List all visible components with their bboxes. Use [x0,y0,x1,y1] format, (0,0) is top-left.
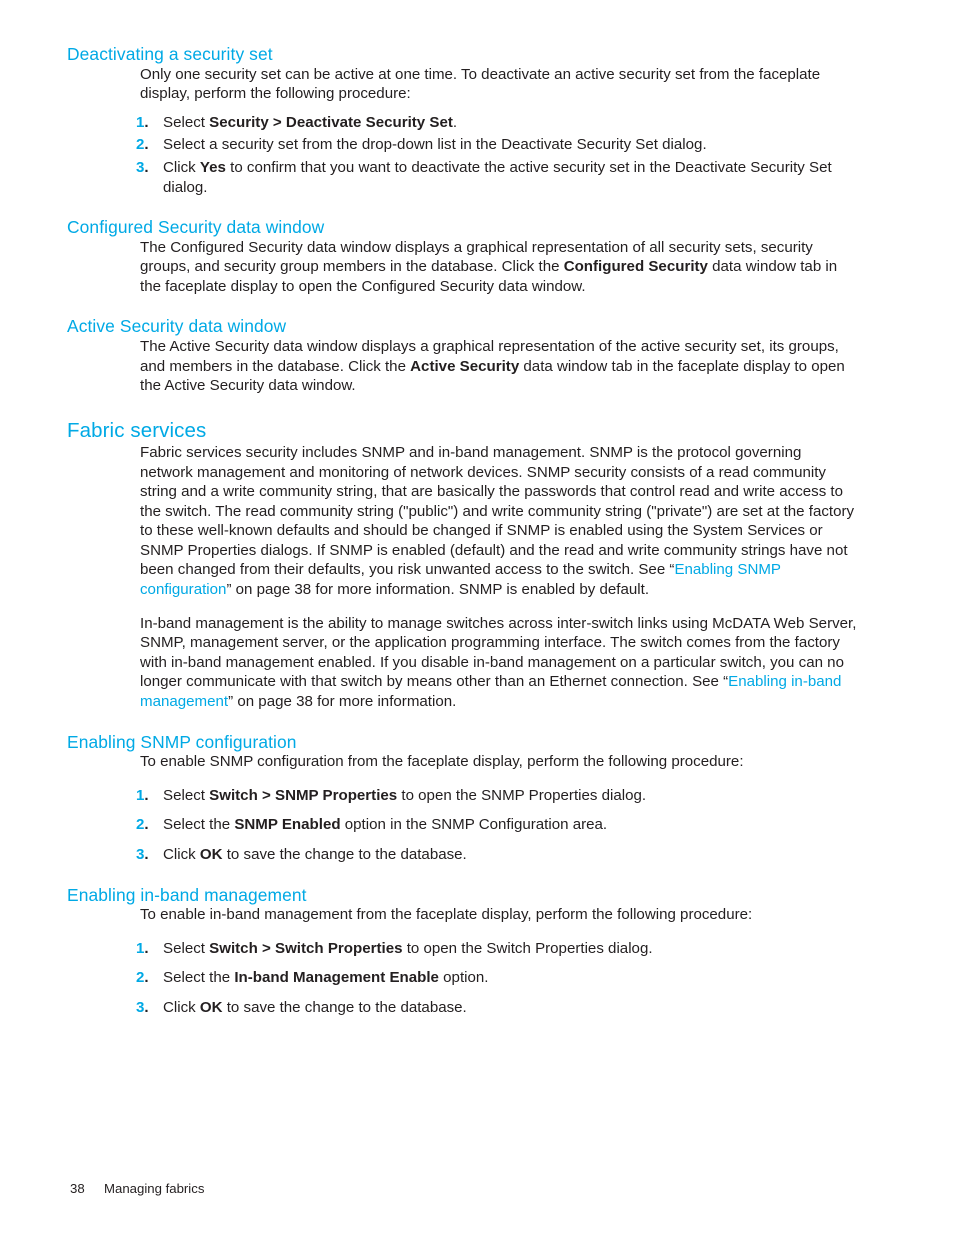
section-fabric-services: Fabric services Fabric services security… [67,419,857,712]
footer-chapter-title: Managing fabrics [104,1181,205,1196]
bold-run: OK [199,998,223,1016]
steps-deactivating-a-security-set: 1. Select Security > Deactivate Security … [136,113,857,197]
step-number: 2. [136,136,149,154]
text-run: Select the [163,816,235,834]
step-item: 2. Select the SNMP Enabled option in the … [136,815,857,835]
heading-enabling-in-band-management: Enabling in-band management [67,884,307,905]
bold-run: SNMP Enabled [234,816,341,834]
heading-fabric-services: Fabric services [67,418,207,442]
page-content: Deactivating a security set Only one sec… [67,44,857,1017]
step-text: Select the SNMP Enabled option in the SN… [163,816,607,833]
text-run: option. [438,969,489,987]
step-text: Select Switch > SNMP Properties to open … [163,787,646,804]
text-run: Click [163,158,200,176]
text-run: to open the SNMP Properties dialog. [397,786,647,804]
step-number: 3. [136,845,149,863]
step-number: 2. [136,969,149,987]
text-run: to open the Switch Properties dialog. [402,939,653,957]
text-run: Click [163,845,200,863]
heading-enabling-snmp-configuration: Enabling SNMP configuration [67,731,297,752]
step-number: 3. [136,158,149,176]
heading-active-security-data-window: Active Security data window [67,316,287,337]
bold-run: OK [199,845,223,863]
text-run: Click [163,998,200,1016]
text-run: Select [163,113,210,131]
step-text: Select a security set from the drop-down… [163,136,707,153]
section-deactivating-a-security-set: Deactivating a security set Only one sec… [67,44,857,197]
step-number: 3. [136,998,149,1016]
text-run: ” on page 38 for more information. SNMP … [226,581,650,599]
paragraph-fabric-services-snmp: Fabric services security includes SNMP a… [140,443,857,600]
text-run: Select [163,786,210,804]
step-item: 3. Click Yes to confirm that you want to … [136,158,857,197]
footer-page-number: 38 [70,1181,85,1196]
document-page: Deactivating a security set Only one sec… [0,0,954,1235]
step-item: 1. Select Switch > Switch Properties to o… [136,939,857,959]
step-number: 1. [136,113,149,131]
page-footer: 38 Managing fabrics [70,1181,204,1197]
steps-enabling-snmp-configuration: 1. Select Switch > SNMP Properties to ope… [136,786,857,865]
text-run: Select a security set from the drop-down… [163,136,707,154]
text-run: to save the change to the database. [222,845,467,863]
paragraph-enabling-snmp-intro: To enable SNMP configuration from the fa… [140,753,744,771]
paragraph-deactivating-intro: Only one security set can be active at o… [140,65,821,103]
section-active-security-data-window: Active Security data window The Active S… [67,316,857,395]
step-item: 3. Click OK to save the change to the dat… [136,998,857,1018]
paragraph-configured-security: The Configured Security data window disp… [140,238,857,297]
step-text: Click Yes to confirm that you want to de… [163,159,832,196]
text-run: to save the change to the database. [222,998,467,1016]
text-run: to confirm that you want to deactivate t… [163,158,832,196]
heading-configured-security-data-window: Configured Security data window [67,217,325,238]
bold-run: In-band Management Enable [234,969,439,987]
step-item: 2. Select the In-band Management Enable o… [136,968,857,988]
step-item: 2. Select a security set from the drop-do… [136,135,857,155]
text-run: Select the [163,969,235,987]
bold-run: Active Security [410,357,520,375]
bold-run: Switch > Switch Properties [209,939,403,957]
bold-run: Configured Security [563,258,708,276]
text-run: . [452,113,458,131]
step-text: Click OK to save the change to the datab… [163,999,467,1016]
section-enabling-in-band-management: Enabling in-band management To enable in… [67,885,857,1018]
step-number: 2. [136,816,149,834]
text-run: Select [163,939,210,957]
bold-run: Yes [199,158,226,176]
text-run: Fabric services security includes SNMP a… [140,443,855,579]
step-item: 1. Select Security > Deactivate Security … [136,113,857,133]
paragraph-fabric-services-inband: In-band management is the ability to man… [140,614,857,712]
heading-deactivating-a-security-set: Deactivating a security set [67,44,273,64]
step-text: Select the In-band Management Enable opt… [163,969,488,986]
step-item: 1. Select Switch > SNMP Properties to ope… [136,786,857,806]
step-item: 3. Click OK to save the change to the dat… [136,845,857,865]
text-run: ” on page 38 for more information. [228,693,457,711]
step-text: Select Switch > Switch Properties to ope… [163,940,653,957]
bold-run: Switch > SNMP Properties [209,786,398,804]
bold-run: Security > Deactivate Security Set [209,113,453,131]
section-enabling-snmp-configuration: Enabling SNMP configuration To enable SN… [67,732,857,865]
step-number: 1. [136,786,149,804]
steps-enabling-in-band-management: 1. Select Switch > Switch Properties to o… [136,939,857,1018]
paragraph-active-security: The Active Security data window displays… [140,337,857,396]
section-configured-security-data-window: Configured Security data window The Conf… [67,217,857,296]
step-number: 1. [136,939,149,957]
step-text: Click OK to save the change to the datab… [163,846,467,863]
text-run: option in the SNMP Configuration area. [340,816,608,834]
step-text: Select Security > Deactivate Security Se… [163,114,457,131]
paragraph-enabling-inband-intro: To enable in-band management from the fa… [140,906,753,924]
